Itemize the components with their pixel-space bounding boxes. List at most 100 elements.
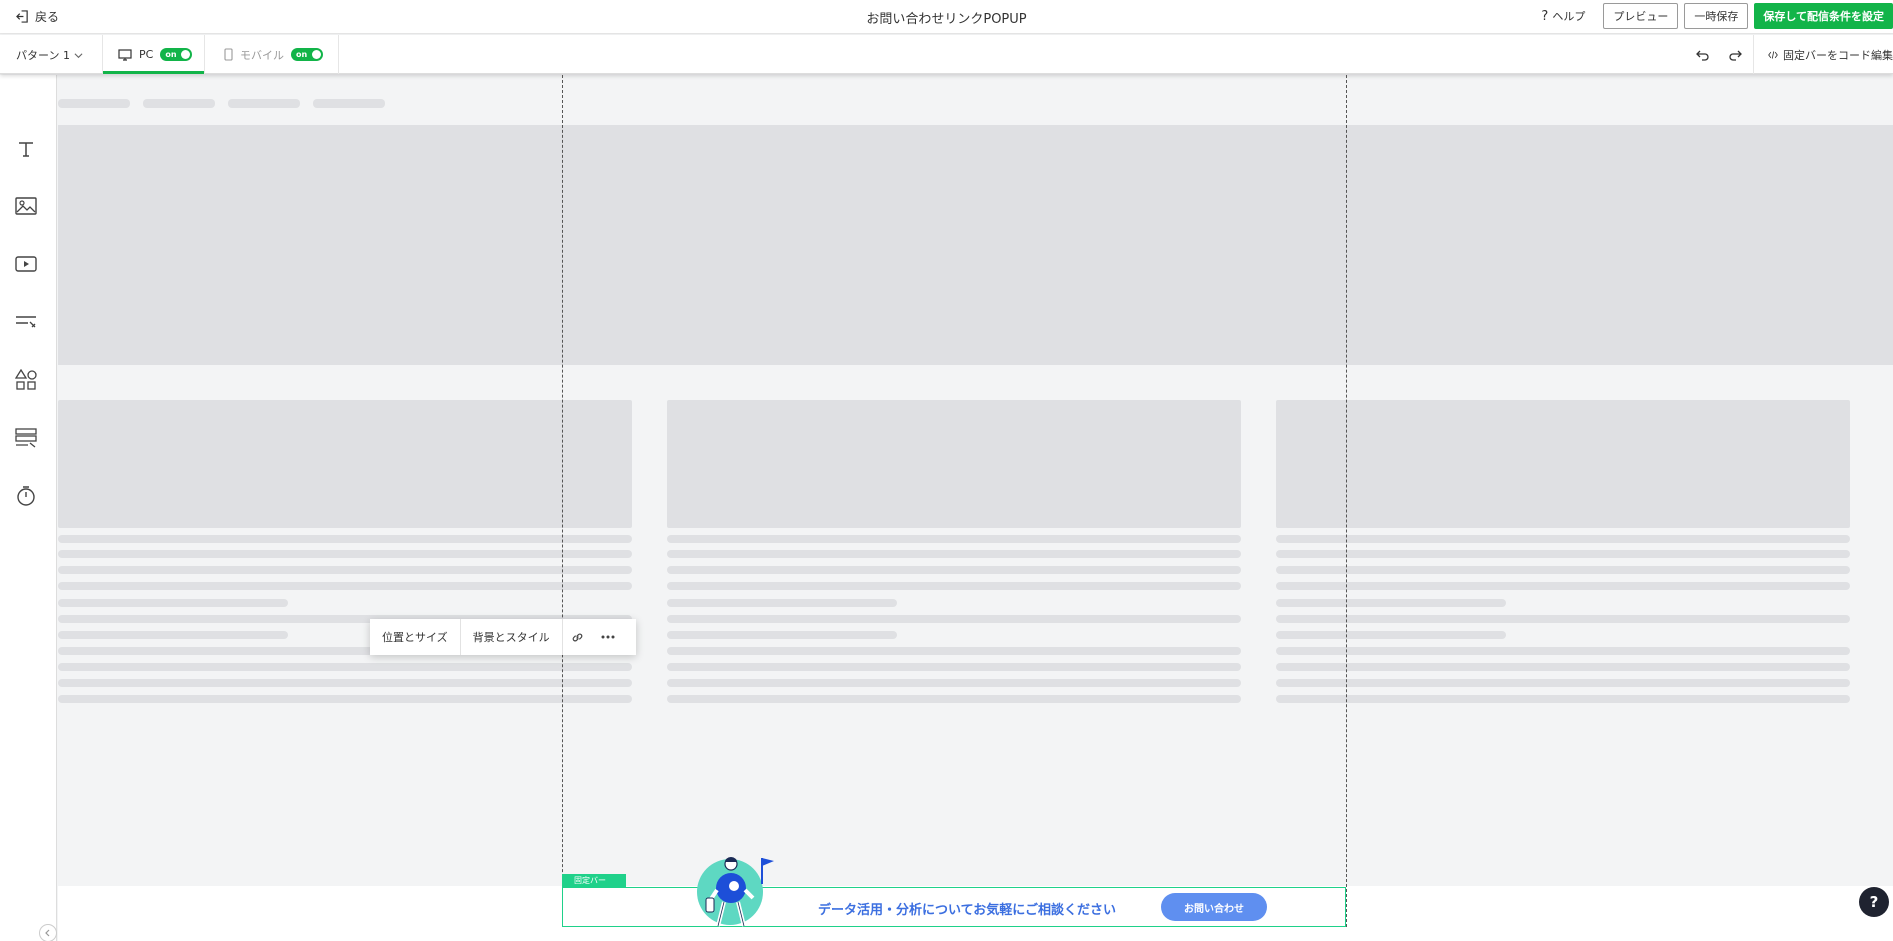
pattern-label: パターン 1 <box>16 49 70 62</box>
input-field-icon <box>16 316 36 328</box>
text-line-placeholder <box>667 582 1241 590</box>
text-line-placeholder <box>58 582 632 590</box>
nav-placeholder <box>228 99 300 108</box>
shapes-tool[interactable] <box>14 368 38 392</box>
exit-icon <box>16 10 28 23</box>
help-label: ヘルプ <box>1552 10 1586 23</box>
text-line-placeholder <box>58 535 632 543</box>
text-line-placeholder <box>667 550 1241 558</box>
card-image-placeholder <box>1276 400 1850 528</box>
fixed-bar-tag: 固定バー <box>562 874 626 887</box>
monitor-icon <box>118 48 132 61</box>
video-icon <box>15 256 37 272</box>
video-tool[interactable] <box>14 252 38 276</box>
text-line-placeholder <box>1276 679 1850 687</box>
chevron-left-icon <box>45 929 50 937</box>
text-line-placeholder <box>58 599 288 607</box>
shapes-icon <box>15 369 37 390</box>
card-image-placeholder <box>667 400 1241 528</box>
editor-sub-bar: パターン 1 PC on モバイル on 固定バーをコード編集 <box>0 35 1893 74</box>
left-toolbar <box>0 75 57 941</box>
text-line-placeholder <box>667 566 1241 574</box>
code-edit-button[interactable]: 固定バーをコード編集 <box>1753 35 1893 74</box>
more-button[interactable] <box>593 619 623 655</box>
contact-button[interactable]: お問い合わせ <box>1161 893 1267 921</box>
mobile-toggle-label: on <box>296 50 308 59</box>
timer-tool[interactable] <box>14 484 38 508</box>
fixed-bar[interactable]: データ活用・分析についてお気軽にご相談ください お問い合わせ <box>562 887 1346 927</box>
undo-button[interactable] <box>1694 46 1712 64</box>
nav-placeholder <box>143 99 215 108</box>
code-edit-label: 固定バーをコード編集 <box>1783 48 1893 62</box>
background-style-button[interactable]: 背景とスタイル <box>461 619 563 655</box>
card-image-placeholder <box>58 400 632 528</box>
text-line-placeholder <box>667 535 1241 543</box>
nav-placeholder <box>313 99 385 108</box>
pc-toggle[interactable]: on <box>160 48 193 61</box>
chevron-down-icon <box>74 52 83 58</box>
text-line-placeholder <box>1276 550 1850 558</box>
code-icon <box>1768 50 1778 59</box>
link-icon <box>572 633 583 641</box>
text-line-placeholder <box>667 679 1241 687</box>
redo-icon <box>1729 50 1742 61</box>
image-icon <box>15 197 37 215</box>
image-tool[interactable] <box>14 194 38 218</box>
text-line-placeholder <box>58 550 632 558</box>
collapse-panel-button[interactable] <box>39 924 57 941</box>
tab-pc[interactable]: PC on <box>102 35 205 74</box>
top-bar: 戻る お問い合わせリンクPOPUP ? ヘルプ プレビュー 一時保存 保存して配… <box>0 0 1893 34</box>
text-line-placeholder <box>1276 615 1850 623</box>
tab-pc-label: PC <box>139 48 154 61</box>
more-horizontal-icon <box>601 635 615 639</box>
nav-placeholder <box>58 99 130 108</box>
link-button[interactable] <box>563 619 593 655</box>
position-size-button[interactable]: 位置とサイズ <box>370 619 461 655</box>
text-line-placeholder <box>1276 695 1850 703</box>
text-line-placeholder <box>58 566 632 574</box>
text-line-placeholder <box>1276 599 1506 607</box>
hero-placeholder <box>58 125 1893 365</box>
text-line-placeholder <box>1276 631 1506 639</box>
text-line-placeholder <box>1276 535 1850 543</box>
smartphone-icon <box>224 48 233 61</box>
pc-toggle-label: on <box>165 50 177 59</box>
preview-button[interactable]: プレビュー <box>1603 3 1679 29</box>
text-line-placeholder <box>58 695 632 703</box>
mobile-toggle[interactable]: on <box>291 48 323 61</box>
text-line-placeholder <box>667 663 1241 671</box>
draft-save-button[interactable]: 一時保存 <box>1684 3 1749 29</box>
fixed-bar-text: データ活用・分析についてお気軽にご相談ください <box>818 903 1116 918</box>
form-tool[interactable] <box>14 426 38 450</box>
guide-line-right <box>1346 75 1347 927</box>
tab-mobile-label: モバイル <box>240 48 284 62</box>
back-label: 戻る <box>35 10 60 24</box>
save-and-configure-button[interactable]: 保存して配信条件を設定 <box>1754 3 1893 29</box>
text-tool[interactable] <box>14 137 38 161</box>
text-line-placeholder <box>1276 647 1850 655</box>
form-icon <box>15 428 37 448</box>
pattern-dropdown[interactable]: パターン 1 <box>16 47 83 63</box>
guide-line-left <box>562 75 563 927</box>
timer-icon <box>17 486 35 506</box>
text-icon <box>19 142 33 157</box>
text-line-placeholder <box>667 599 897 607</box>
top-actions: ? ヘルプ プレビュー 一時保存 保存して配信条件を設定 <box>1541 3 1893 29</box>
text-line-placeholder <box>1276 582 1850 590</box>
text-line-placeholder <box>1276 566 1850 574</box>
tab-mobile[interactable]: モバイル on <box>206 35 339 74</box>
help-button[interactable]: ? ヘルプ <box>1541 8 1585 24</box>
text-line-placeholder <box>58 679 632 687</box>
back-button[interactable]: 戻る <box>16 8 59 25</box>
mascot-illustration <box>697 857 774 927</box>
text-line-placeholder <box>58 631 288 639</box>
text-line-placeholder <box>1276 663 1850 671</box>
input-tool[interactable] <box>14 310 38 334</box>
text-line-placeholder <box>667 647 1241 655</box>
context-toolbar: 位置とサイズ 背景とスタイル <box>370 619 636 655</box>
redo-button[interactable] <box>1726 46 1744 64</box>
text-line-placeholder <box>667 631 897 639</box>
help-fab-button[interactable]: ? <box>1859 887 1889 917</box>
text-line-placeholder <box>667 695 1241 703</box>
text-line-placeholder <box>58 663 632 671</box>
